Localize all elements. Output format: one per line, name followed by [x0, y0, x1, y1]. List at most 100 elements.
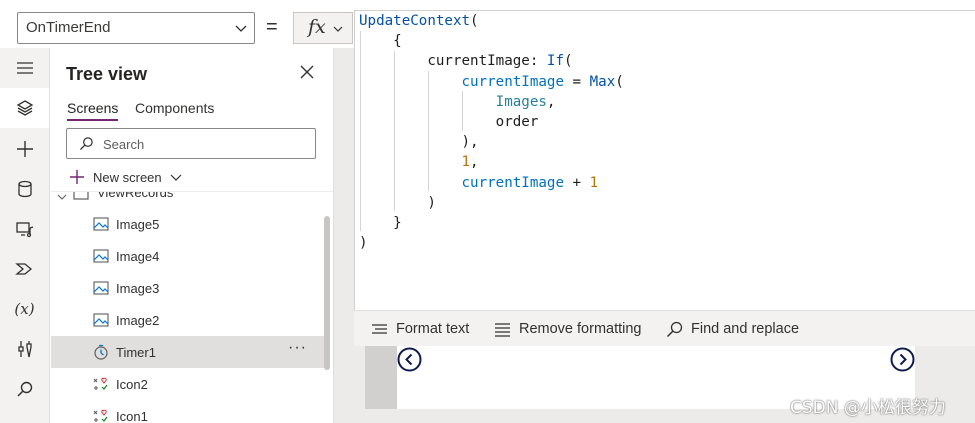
image-icon: [93, 281, 109, 295]
search-icon: [79, 137, 93, 151]
tree-view-title: Tree view: [66, 64, 148, 84]
tree-item-image4[interactable]: Image4: [51, 240, 327, 272]
tree-item-label: Image5: [116, 217, 160, 232]
format-text-button[interactable]: Format text: [371, 319, 469, 339]
tree-item-label: ViewRecords: [97, 191, 174, 200]
tree-search-box[interactable]: [66, 128, 316, 159]
timer-icon: [94, 344, 108, 360]
code-token: currentImage:: [359, 53, 547, 70]
chevron-down-icon: [57, 194, 67, 200]
code-token: Max: [589, 73, 616, 90]
tree-item-icon1[interactable]: Icon1: [51, 400, 327, 423]
tree-item-label: Image2: [116, 313, 160, 328]
format-text-label: Format text: [396, 321, 470, 337]
code-token: (: [615, 73, 624, 90]
code-token: 1: [589, 174, 599, 191]
code-token: currentImage: [461, 174, 565, 191]
tools-icon: [17, 341, 32, 358]
search-icon: [16, 381, 32, 397]
code-line: 1,: [359, 152, 624, 172]
data-button[interactable]: [0, 169, 49, 209]
variables-icon: (x): [14, 300, 35, 318]
more-options-button[interactable]: ···: [288, 339, 307, 357]
function-button[interactable]: fx: [293, 12, 353, 44]
tree-item-image3[interactable]: Image3: [51, 272, 327, 304]
search-button[interactable]: [0, 369, 49, 409]
tree-item-label: Icon2: [116, 377, 148, 392]
remove-formatting-icon: [495, 322, 510, 337]
code-token: If: [546, 53, 565, 70]
search-icon: [666, 321, 683, 337]
tree-view-button[interactable]: [0, 88, 49, 128]
format-text-icon: [372, 323, 387, 334]
close-icon[interactable]: [299, 64, 315, 80]
code-line: order: [359, 112, 624, 132]
search-input[interactable]: [103, 134, 303, 154]
media-button[interactable]: [0, 209, 49, 249]
previous-arrow-icon[interactable]: [397, 347, 422, 372]
advanced-tools-button[interactable]: [0, 329, 49, 369]
code-token: Images: [495, 93, 547, 110]
property-value: OnTimerEnd: [26, 19, 111, 36]
icon-control-icon: [93, 409, 108, 422]
tree-item-label: Icon1: [116, 409, 148, 423]
plus-icon: [16, 141, 33, 157]
tree-item-image5[interactable]: Image5: [51, 208, 327, 240]
tree-scrollbar[interactable]: [324, 216, 330, 370]
new-screen-button[interactable]: New screen: [69, 167, 182, 187]
code-token: +: [564, 174, 590, 191]
tree-item-label: Timer1: [116, 345, 156, 360]
image-icon: [93, 217, 109, 231]
find-replace-label: Find and replace: [691, 321, 800, 337]
chevron-down-icon: [170, 174, 182, 181]
image-icon: [93, 249, 109, 263]
tree-item-icon2[interactable]: Icon2: [51, 368, 327, 400]
code-line: currentImage: If(: [359, 51, 624, 71]
media-icon: [15, 222, 33, 238]
code-token: ): [359, 194, 436, 211]
tree-view-panel: Tree view Screens Components New screen …: [51, 48, 334, 423]
tree-item-image2[interactable]: Image2: [51, 304, 327, 336]
code-token: 1: [461, 154, 471, 171]
code-line: Images,: [359, 92, 624, 112]
code-token: ,: [470, 154, 479, 171]
plus-icon: [70, 170, 84, 184]
code-token: UpdateContext: [359, 13, 471, 29]
next-arrow-icon[interactable]: [890, 347, 915, 372]
code-line: ): [359, 193, 624, 213]
find-replace-button[interactable]: Find and replace: [666, 319, 799, 339]
code-token: {: [359, 33, 402, 50]
tab-components[interactable]: Components: [135, 100, 214, 116]
insert-button[interactable]: [0, 129, 49, 169]
code-line: {: [359, 31, 624, 51]
formula-editor[interactable]: UpdateContext( { currentImage: If( curre…: [354, 10, 975, 310]
power-automate-icon: [14, 263, 32, 275]
hamburger-button[interactable]: [0, 48, 49, 88]
code-token: }: [359, 215, 402, 232]
tree-item-label: Image3: [116, 281, 160, 296]
code-token: =: [564, 73, 590, 90]
tree-item-timer1[interactable]: Timer1 ···: [51, 336, 327, 368]
code-token: ): [359, 235, 368, 252]
property-dropdown[interactable]: OnTimerEnd: [17, 12, 255, 44]
tab-screens[interactable]: Screens: [67, 100, 119, 121]
chevron-down-icon: [333, 26, 343, 32]
image-icon: [93, 313, 109, 327]
variables-button[interactable]: (x): [0, 289, 49, 329]
left-rail: (x): [0, 48, 50, 423]
tree-list: ViewRecords Image5 Image4 Image3 Image2 …: [51, 191, 333, 423]
icon-control-icon: [93, 377, 108, 390]
fx-icon: fx: [308, 16, 326, 38]
code-line: }: [359, 213, 624, 233]
code-token: (: [564, 53, 573, 70]
remove-formatting-button[interactable]: Remove formatting: [494, 319, 642, 339]
code-line: ): [359, 233, 624, 253]
power-automate-button[interactable]: [0, 249, 49, 289]
remove-formatting-label: Remove formatting: [519, 321, 642, 337]
code-token: (: [470, 13, 479, 29]
code-token: order: [359, 114, 539, 131]
code-token: ),: [359, 134, 479, 151]
